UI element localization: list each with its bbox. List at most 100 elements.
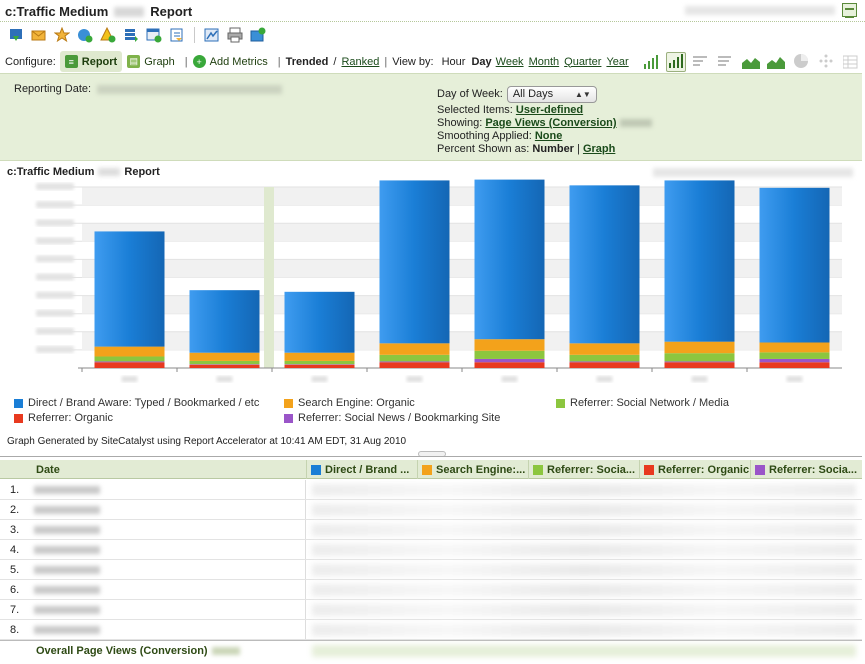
- column-header-date[interactable]: Date: [0, 460, 306, 479]
- x-tick-label: [216, 376, 233, 382]
- column-header-label: Referrer: Socia...: [769, 463, 858, 476]
- window-title-bar: c:Traffic Medium Report: [0, 0, 865, 22]
- report-icon: ≡: [64, 55, 78, 68]
- column-header-label: Referrer: Organic: [658, 463, 750, 476]
- day-of-week-value: All Days: [512, 87, 554, 100]
- bar-segment: [474, 350, 545, 359]
- redacted-date: [34, 625, 100, 634]
- date-cell: [30, 520, 306, 539]
- x-tick-label: [311, 376, 328, 382]
- column-swatch: [755, 464, 765, 475]
- redacted-metric-values: [312, 483, 856, 496]
- date-cell: [30, 540, 306, 559]
- smoothing-link[interactable]: None: [535, 130, 563, 142]
- area-chart-icon[interactable]: [741, 52, 761, 72]
- graph-generated-text: Graph Generated by SiteCatalyst using Re…: [7, 436, 407, 447]
- table-row[interactable]: 3.: [0, 520, 862, 540]
- column-header-search-engine[interactable]: Search Engine:...: [417, 460, 528, 479]
- period-year[interactable]: Year: [606, 56, 628, 68]
- redacted-date: [34, 505, 100, 514]
- graph-view-button[interactable]: ▤ Graph: [122, 51, 180, 72]
- x-tick-label: [406, 376, 423, 382]
- bar-segment: [569, 362, 640, 368]
- column-header-social-news[interactable]: Referrer: Socia...: [750, 460, 861, 479]
- showing-metric-link[interactable]: Page Views (Conversion): [485, 117, 616, 129]
- add-dashboard-icon[interactable]: [77, 27, 93, 43]
- date-cell: [30, 600, 306, 619]
- table-row[interactable]: 7.: [0, 600, 862, 620]
- horizontal-bar-icon[interactable]: [691, 52, 711, 72]
- download-icon[interactable]: [8, 27, 24, 43]
- schedule-icon[interactable]: [146, 27, 162, 43]
- percent-number-option[interactable]: Number: [532, 143, 574, 155]
- column-header-organic[interactable]: Referrer: Organic: [639, 460, 750, 479]
- row-number: 5.: [10, 563, 20, 576]
- table-row[interactable]: 8.: [0, 620, 862, 640]
- period-quarter[interactable]: Quarter: [564, 56, 601, 68]
- selected-items-link[interactable]: User-defined: [516, 104, 583, 116]
- period-month[interactable]: Month: [529, 56, 560, 68]
- trended-option[interactable]: Trended: [286, 56, 329, 68]
- y-tick-label: [36, 327, 74, 335]
- table-row[interactable]: 1.: [0, 480, 862, 500]
- export-icon[interactable]: [169, 27, 185, 43]
- period-hour[interactable]: Hour: [442, 56, 466, 68]
- graph-icon: ▤: [127, 55, 141, 68]
- row-number: 7.: [10, 603, 20, 616]
- period-day[interactable]: Day: [471, 56, 491, 68]
- day-of-week-select[interactable]: All Days ▲▼: [506, 85, 597, 103]
- bar-chart-icon[interactable]: [641, 52, 661, 72]
- add-metrics-button[interactable]: + Add Metrics: [192, 51, 273, 72]
- bar-segment: [664, 353, 735, 362]
- percent-graph-option[interactable]: Graph: [583, 143, 615, 155]
- excel-icon[interactable]: [204, 27, 220, 43]
- total-label-text: Overall Page Views (Conversion): [36, 644, 208, 657]
- data-extract-icon[interactable]: [123, 27, 139, 43]
- period-week[interactable]: Week: [496, 56, 524, 68]
- report-view-button[interactable]: ≡ Report: [59, 51, 123, 72]
- stacked-bar-chart-icon[interactable]: [666, 51, 686, 72]
- bookmark-icon[interactable]: [54, 27, 70, 43]
- column-header-social-network[interactable]: Referrer: Socia...: [528, 460, 639, 479]
- table-row[interactable]: 5.: [0, 560, 862, 580]
- print-icon[interactable]: [227, 27, 243, 43]
- bar-segment: [189, 352, 260, 361]
- bar-segment: [474, 358, 545, 363]
- column-header-label: Referrer: Socia...: [547, 463, 636, 476]
- redacted-reporting-date: [97, 84, 283, 94]
- table-row[interactable]: 2.: [0, 500, 862, 520]
- calendar-icon[interactable]: [842, 3, 857, 18]
- alert-icon[interactable]: [100, 27, 116, 43]
- date-cell: [30, 500, 306, 519]
- bar-segment: [284, 291, 355, 353]
- bar-segment: [189, 360, 260, 365]
- email-icon[interactable]: [31, 27, 47, 43]
- highlight-column: [264, 187, 274, 368]
- total-label: Overall Page Views (Conversion): [0, 645, 306, 657]
- y-tick-label: [36, 291, 74, 299]
- bar-segment: [759, 358, 830, 363]
- bar-segment: [379, 362, 450, 368]
- scatter-chart-icon[interactable]: [816, 52, 836, 72]
- stacked-area-chart-icon[interactable]: [766, 52, 786, 72]
- table-row[interactable]: 4.: [0, 540, 862, 560]
- legend-swatch: [284, 398, 293, 408]
- y-tick-label: [36, 273, 74, 281]
- stacked-horizontal-bar-icon[interactable]: [716, 52, 736, 72]
- add-to-dashboard-icon[interactable]: [250, 27, 266, 43]
- legend-swatch: [14, 398, 23, 408]
- bar-segment: [569, 361, 640, 363]
- y-tick-label: [36, 309, 74, 317]
- legend-label: Referrer: Social News / Bookmarking Site: [298, 412, 501, 424]
- reporting-date: Reporting Date:: [14, 83, 283, 95]
- legend-item-social-news: Referrer: Social News / Bookmarking Site: [284, 412, 500, 424]
- report-toolbar: [0, 24, 266, 46]
- column-swatch: [644, 464, 654, 475]
- chart-legend: Direct / Brand Aware: Typed / Bookmarked…: [0, 395, 865, 430]
- column-header-direct[interactable]: Direct / Brand ...: [306, 460, 417, 479]
- ranked-option[interactable]: Ranked: [341, 56, 379, 68]
- y-tick-label: [36, 201, 74, 209]
- pie-chart-icon[interactable]: [791, 52, 811, 72]
- table-view-icon[interactable]: [841, 52, 861, 72]
- table-row[interactable]: 6.: [0, 580, 862, 600]
